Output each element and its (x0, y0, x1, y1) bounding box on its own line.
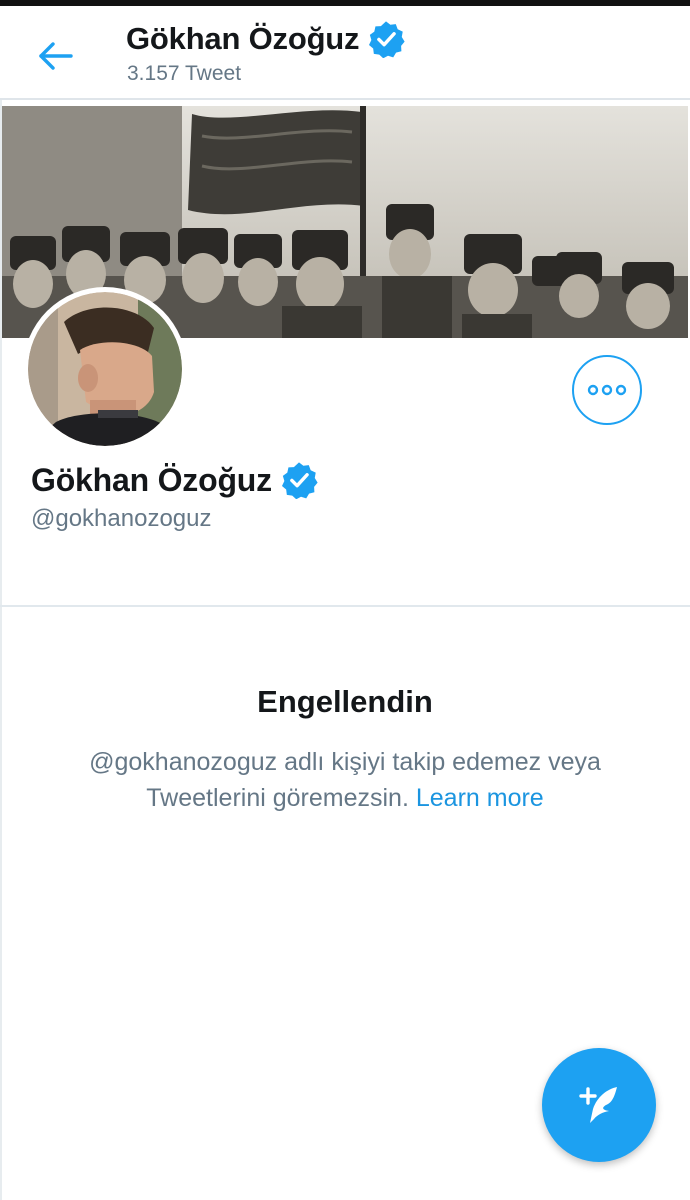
blocked-title: Engellendin (257, 684, 433, 719)
header-title: Gökhan Özoğuz (126, 16, 405, 62)
more-options-icon (587, 384, 627, 396)
profile-name: Gökhan Özoğuz (31, 461, 272, 498)
verified-badge-icon (280, 461, 318, 499)
compose-tweet-icon (579, 1087, 617, 1123)
profile-handle: @gokhanozoguz (31, 505, 212, 532)
verified-badge-icon (367, 20, 405, 58)
learn-more-link[interactable]: Learn more (416, 784, 544, 812)
profile-name-row: Gökhan Özoğuz (31, 458, 318, 502)
more-options-button[interactable] (572, 355, 642, 425)
header-name: Gökhan Özoğuz (126, 21, 360, 56)
section-divider (0, 605, 690, 607)
arrow-left-icon (39, 42, 73, 70)
compose-tweet-button[interactable] (542, 1048, 656, 1162)
back-button[interactable] (30, 30, 82, 82)
blocked-message: @gokhanozoguz adlı kişiyi takip edemez v… (40, 744, 650, 816)
tweet-count: 3.157 Tweet (127, 62, 242, 85)
profile-header: Gökhan Özoğuz 3.157 Tweet (0, 6, 690, 98)
profile-avatar[interactable] (28, 292, 182, 446)
header-divider (0, 98, 690, 100)
